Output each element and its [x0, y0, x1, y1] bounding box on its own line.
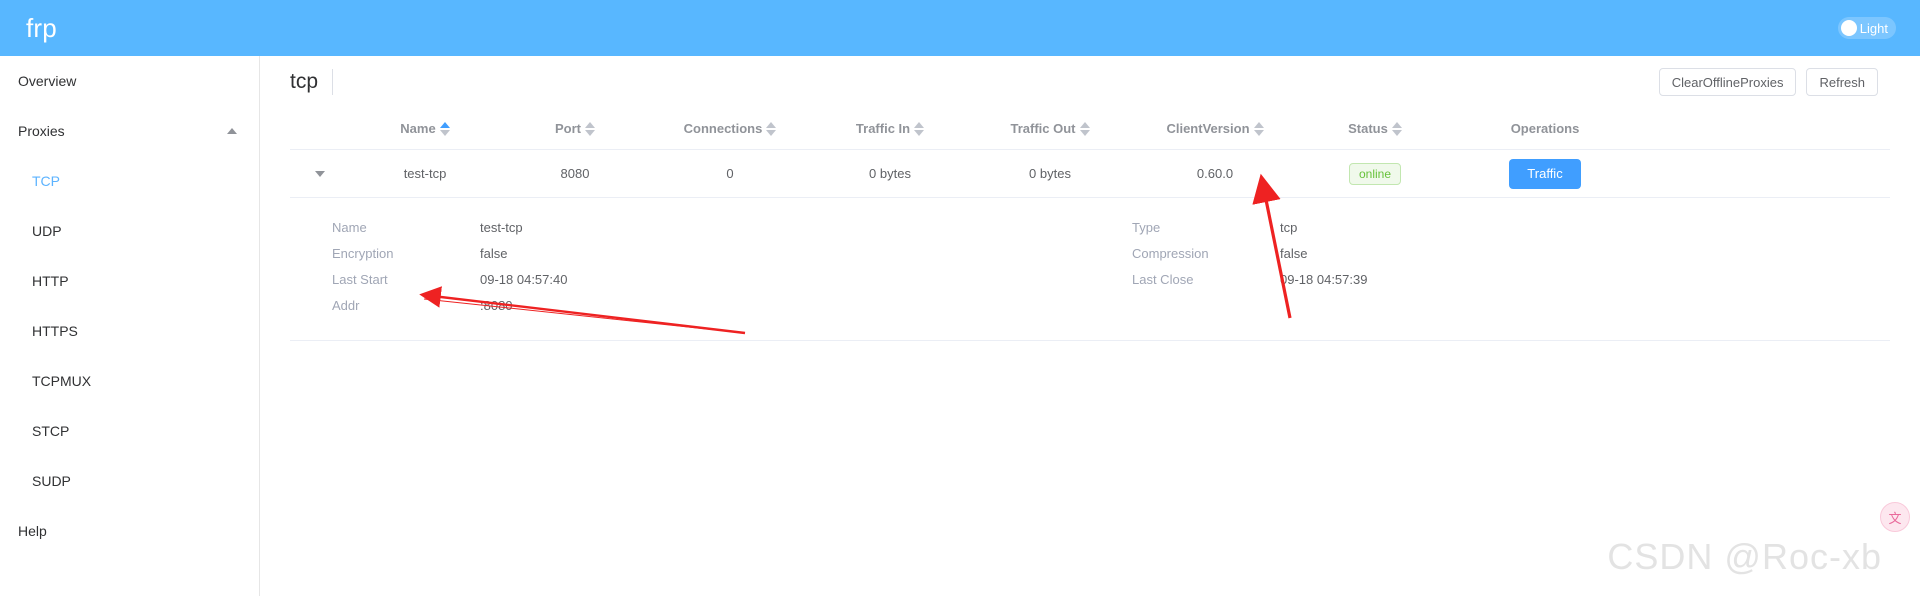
cell-status: online — [1300, 162, 1450, 185]
app-header: frp Light — [0, 0, 1920, 56]
clear-offline-proxies-button[interactable]: ClearOfflineProxies — [1658, 68, 1797, 96]
column-header-name[interactable]: Name — [350, 121, 500, 136]
detail-row-last-start: Last Start 09-18 04:57:40 — [332, 266, 1090, 292]
sidebar-item-label: HTTPS — [32, 323, 78, 339]
cell-operations: Traffic — [1450, 158, 1640, 189]
column-header-port[interactable]: Port — [500, 121, 650, 136]
sidebar-item-label: TCPMUX — [32, 373, 92, 389]
proxies-panel: tcp ClearOfflineProxies Refresh Name Por… — [260, 56, 1920, 596]
sidebar-item-sudp[interactable]: SUDP — [0, 456, 259, 506]
detail-label: Last Start — [332, 271, 388, 287]
sidebar-item-label: Proxies — [18, 123, 65, 139]
proxies-table: Name Port Connections Traffic In Traffic… — [290, 108, 1890, 341]
column-header-connections[interactable]: Connections — [650, 121, 810, 136]
detail-value: 09-18 04:57:40 — [480, 271, 568, 287]
sidebar: Overview Proxies TCP UDP HTTP HTTPS TCPM… — [0, 56, 260, 596]
detail-label: Last Close — [1132, 271, 1194, 287]
detail-value: :8080 — [480, 297, 513, 313]
toggle-knob-icon — [1840, 20, 1857, 36]
column-label: Port — [555, 121, 581, 136]
sidebar-item-stcp[interactable]: STCP — [0, 406, 259, 456]
column-header-traffic-out[interactable]: Traffic Out — [970, 121, 1130, 136]
detail-row-addr: Addr :8080 — [332, 292, 1090, 318]
chevron-up-icon — [227, 128, 237, 134]
detail-value: false — [1280, 245, 1308, 261]
detail-row-compression: Compression false — [1132, 240, 1890, 266]
chevron-down-icon — [315, 170, 325, 177]
detail-label: Encryption — [332, 245, 394, 261]
sidebar-item-udp[interactable]: UDP — [0, 206, 259, 256]
detail-column-left: Name test-tcp Encryption false Last Star… — [290, 214, 1090, 318]
cell-connections: 0 — [726, 166, 734, 181]
panel-actions: ClearOfflineProxies Refresh — [1658, 68, 1878, 96]
app-logo: frp — [26, 12, 57, 43]
column-label: Connections — [683, 121, 763, 136]
table-row[interactable]: test-tcp 8080 0 0 bytes 0 bytes 0.60.0 o… — [290, 150, 1890, 198]
cell-traffic-in: 0 bytes — [869, 166, 911, 181]
sort-arrows-icon[interactable] — [1253, 121, 1264, 136]
column-header-client-version[interactable]: ClientVersion — [1130, 121, 1300, 136]
traffic-button[interactable]: Traffic — [1509, 158, 1581, 189]
status-badge: online — [1348, 162, 1402, 185]
expand-row-toggle[interactable] — [290, 170, 350, 177]
column-header-status[interactable]: Status — [1300, 121, 1450, 136]
detail-label: Compression — [1132, 245, 1209, 261]
sidebar-item-label: Help — [18, 523, 47, 539]
sidebar-item-label: SUDP — [32, 473, 71, 489]
sidebar-item-tcpmux[interactable]: TCPMUX — [0, 356, 259, 406]
table-header-row: Name Port Connections Traffic In Traffic… — [290, 108, 1890, 150]
sidebar-item-label: STCP — [32, 423, 70, 439]
column-header-operations: Operations — [1450, 121, 1640, 136]
translate-icon[interactable]: 文 — [1880, 502, 1910, 532]
detail-row-encryption: Encryption false — [332, 240, 1090, 266]
detail-value: test-tcp — [480, 219, 523, 235]
main-content: tcp ClearOfflineProxies Refresh Name Por… — [260, 56, 1920, 596]
sidebar-item-label: TCP — [32, 173, 60, 189]
detail-value: tcp — [1280, 219, 1298, 235]
row-detail-panel: Name test-tcp Encryption false Last Star… — [290, 198, 1890, 341]
column-header-traffic-in[interactable]: Traffic In — [810, 121, 970, 136]
detail-label: Addr — [332, 297, 360, 313]
sidebar-item-http[interactable]: HTTP — [0, 256, 259, 306]
sidebar-item-label: Overview — [18, 73, 77, 89]
cell-name: test-tcp — [403, 166, 447, 181]
detail-row-name: Name test-tcp — [332, 214, 1090, 240]
sort-arrows-icon[interactable] — [766, 121, 777, 136]
page-title: tcp — [290, 69, 334, 95]
cell-port: 8080 — [560, 166, 590, 181]
cell-client-version: 0.60.0 — [1196, 166, 1234, 181]
sort-arrows-icon[interactable] — [585, 121, 595, 136]
sidebar-item-tcp[interactable]: TCP — [0, 156, 259, 206]
cell-traffic-out: 0 bytes — [1029, 166, 1071, 181]
sidebar-item-label: HTTP — [32, 273, 69, 289]
sidebar-group-proxies[interactable]: Proxies — [0, 106, 259, 156]
refresh-button[interactable]: Refresh — [1806, 68, 1878, 96]
sidebar-item-overview[interactable]: Overview — [0, 56, 259, 106]
column-label: Status — [1348, 121, 1388, 136]
sort-arrows-icon[interactable] — [914, 121, 925, 136]
detail-label: Name — [332, 219, 367, 235]
detail-row-last-close: Last Close 09-18 04:57:39 — [1132, 266, 1890, 292]
column-label: ClientVersion — [1166, 121, 1250, 136]
watermark: CSDN @Roc-xb — [1607, 536, 1882, 577]
frp-dashboard: frp Light Overview Proxies TCP UDP HTTP … — [0, 0, 1920, 596]
detail-label: Type — [1132, 219, 1161, 235]
column-label: Traffic Out — [1010, 121, 1076, 136]
detail-value: false — [480, 245, 508, 261]
detail-value: 09-18 04:57:39 — [1280, 271, 1368, 287]
panel-header: tcp ClearOfflineProxies Refresh — [290, 56, 1890, 108]
column-label: Name — [400, 121, 436, 136]
column-label: Traffic In — [855, 121, 911, 136]
theme-toggle-label: Light — [1859, 20, 1888, 36]
sidebar-item-https[interactable]: HTTPS — [0, 306, 259, 356]
column-label: Operations — [1510, 121, 1580, 136]
detail-row-type: Type tcp — [1132, 214, 1890, 240]
sort-arrows-icon[interactable] — [1391, 121, 1402, 136]
sort-arrows-icon[interactable] — [1079, 121, 1090, 136]
sidebar-item-label: UDP — [32, 223, 62, 239]
sidebar-item-help[interactable]: Help — [0, 506, 259, 556]
theme-toggle[interactable]: Light — [1837, 17, 1896, 39]
sort-arrows-icon[interactable] — [439, 121, 450, 136]
detail-column-right: Type tcp Compression false Last Close 09… — [1090, 214, 1890, 318]
